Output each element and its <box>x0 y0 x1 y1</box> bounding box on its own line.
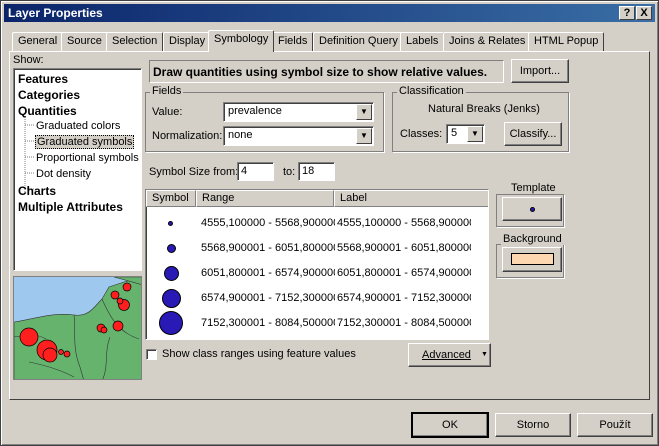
show-item-categories[interactable]: Categories <box>18 88 80 102</box>
symbol-swatch[interactable] <box>162 289 181 308</box>
symbol-size-to-label: to: <box>283 166 296 178</box>
symbol-swatch[interactable] <box>167 244 176 253</box>
symbology-panel: Show: Features Categories Quantities Gra… <box>9 51 650 400</box>
symbol-size-to-input[interactable]: 18 <box>298 162 335 181</box>
label-cell[interactable]: 6051,800001 - 6574,900000 <box>337 267 471 279</box>
show-list[interactable]: Features Categories Quantities Graduated… <box>13 68 142 271</box>
symbol-size-from-input[interactable]: 4 <box>237 162 274 181</box>
title-bar: Layer Properties ? X <box>4 4 655 22</box>
show-class-ranges-checkbox[interactable] <box>146 349 157 360</box>
background-title: Background <box>501 233 564 245</box>
advanced-button[interactable]: Advanced ▼ <box>408 343 491 367</box>
import-button[interactable]: Import... <box>511 59 569 83</box>
table-row[interactable]: 6051,800001 - 6574,900000 6051,800001 - … <box>146 261 488 286</box>
show-item-proportional-symbols[interactable]: Proportional symbols <box>36 152 139 164</box>
range-cell[interactable]: 5568,900001 - 6051,800000 <box>201 242 335 254</box>
symbol-swatch[interactable] <box>168 221 173 226</box>
symbol-size-to-value: 18 <box>302 165 315 177</box>
show-item-features[interactable]: Features <box>18 72 68 86</box>
help-button[interactable]: ? <box>619 6 635 20</box>
classification-method: Natural Breaks (Jenks) <box>428 103 540 115</box>
table-row[interactable]: 4555,100000 - 5568,900000 4555,100000 - … <box>146 211 488 236</box>
classes-combo[interactable]: 5 ▼ <box>446 124 485 144</box>
chevron-down-icon: ▼ <box>481 351 488 358</box>
preview-map <box>13 276 142 380</box>
show-class-ranges-label[interactable]: Show class ranges using feature values <box>162 348 356 360</box>
tab-html-popup[interactable]: HTML Popup <box>528 32 605 51</box>
column-header-range[interactable]: Range <box>196 190 334 207</box>
template-title: Template <box>509 182 558 194</box>
symbol-size-from-value: 4 <box>241 165 248 177</box>
tab-display[interactable]: Display <box>163 32 212 51</box>
close-button[interactable]: X <box>636 6 652 20</box>
show-item-dot-density[interactable]: Dot density <box>36 168 91 180</box>
tab-general[interactable]: General <box>12 32 64 51</box>
classes-selected: 5 <box>451 127 458 139</box>
show-item-multiple-attributes[interactable]: Multiple Attributes <box>18 200 123 214</box>
column-header-symbol[interactable]: Symbol <box>146 190 196 207</box>
ok-button[interactable]: OK <box>411 412 489 438</box>
table-row[interactable]: 7152,300001 - 8084,500000 7152,300001 - … <box>146 311 488 336</box>
template-symbol-icon <box>530 207 535 212</box>
tab-labels[interactable]: Labels <box>400 32 445 51</box>
show-item-quantities[interactable]: Quantities <box>18 104 77 118</box>
window-title: Layer Properties <box>8 6 103 20</box>
chevron-down-icon[interactable]: ▼ <box>356 104 372 120</box>
normalization-combo[interactable]: none ▼ <box>223 126 374 146</box>
range-cell[interactable]: 6051,800001 - 6574,900000 <box>201 267 335 279</box>
classification-group-title: Classification <box>397 85 466 97</box>
normalization-selected: none <box>228 129 253 141</box>
table-row[interactable]: 5568,900001 - 6051,800000 5568,900001 - … <box>146 236 488 261</box>
label-cell[interactable]: 4555,100000 - 5568,900000 <box>337 217 471 229</box>
classes-table[interactable]: Symbol Range Label 4555,100000 - 5568,90… <box>145 189 489 340</box>
fields-group-title: Fields <box>150 85 184 97</box>
tab-symbology[interactable]: Symbology <box>208 30 275 52</box>
table-row[interactable]: 6574,900001 - 7152,300000 6574,900001 - … <box>146 286 488 311</box>
tab-definition-query[interactable]: Definition Query <box>313 32 404 51</box>
range-cell[interactable]: 4555,100000 - 5568,900000 <box>201 217 335 229</box>
tab-selection[interactable]: Selection <box>106 32 164 51</box>
value-label: Value: <box>152 106 183 118</box>
label-cell[interactable]: 5568,900001 - 6051,800000 <box>337 242 471 254</box>
classify-button[interactable]: Classify... <box>504 122 562 146</box>
chevron-down-icon[interactable]: ▼ <box>356 128 372 144</box>
symbol-size-from-label: Symbol Size from: <box>149 166 239 178</box>
show-item-charts[interactable]: Charts <box>18 184 56 198</box>
apply-button[interactable]: Použít <box>577 413 653 437</box>
template-symbol-button[interactable] <box>502 197 562 221</box>
layer-properties-window: Layer Properties ? X General Source Sele… <box>0 0 659 446</box>
range-cell[interactable]: 7152,300001 - 8084,500000 <box>201 317 335 329</box>
show-item-graduated-symbols[interactable]: Graduated symbols <box>35 135 135 149</box>
description-text: Draw quantities using symbol size to sho… <box>153 65 488 79</box>
symbol-swatch[interactable] <box>164 266 179 281</box>
show-label: Show: <box>13 54 44 66</box>
advanced-button-label: Advanced <box>422 349 471 361</box>
tab-joins-relates[interactable]: Joins & Relates <box>443 32 532 51</box>
show-item-graduated-colors[interactable]: Graduated colors <box>36 120 120 132</box>
cancel-button[interactable]: Storno <box>495 413 571 437</box>
value-selected: prevalence <box>228 105 282 117</box>
normalization-label: Normalization: <box>152 130 223 142</box>
background-color-swatch <box>511 253 554 265</box>
value-combo[interactable]: prevalence ▼ <box>223 102 374 122</box>
description-box: Draw quantities using symbol size to sho… <box>149 60 504 83</box>
map-illustration <box>14 277 141 379</box>
background-color-button[interactable] <box>502 247 562 272</box>
symbol-swatch[interactable] <box>159 311 183 335</box>
tab-fields[interactable]: Fields <box>272 32 314 51</box>
label-cell[interactable]: 7152,300001 - 8084,500000 <box>337 317 471 329</box>
column-header-label[interactable]: Label <box>334 190 488 207</box>
tab-source[interactable]: Source <box>61 32 108 51</box>
chevron-down-icon[interactable]: ▼ <box>467 126 483 142</box>
range-cell[interactable]: 6574,900001 - 7152,300000 <box>201 292 335 304</box>
label-cell[interactable]: 6574,900001 - 7152,300000 <box>337 292 471 304</box>
classes-label: Classes: <box>400 128 443 140</box>
